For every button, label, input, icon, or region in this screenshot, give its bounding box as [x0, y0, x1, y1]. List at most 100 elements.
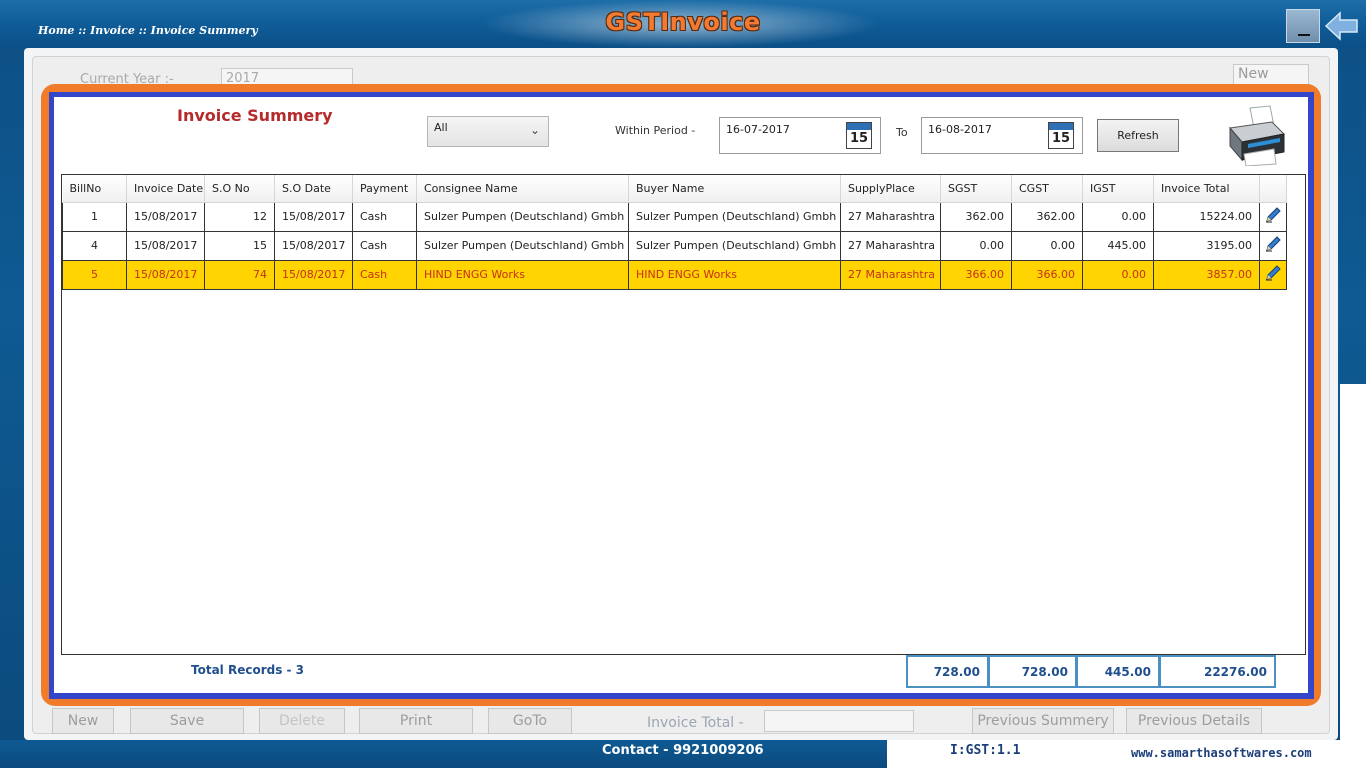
- total-sgst: 728.00: [906, 655, 989, 688]
- edit-cell[interactable]: [1259, 230, 1287, 261]
- previous-details-button[interactable]: Previous Details: [1126, 708, 1262, 734]
- minimize-button[interactable]: [1286, 9, 1320, 43]
- from-date-value: 16-07-2017: [726, 123, 790, 136]
- cell-igst: 445.00: [1082, 230, 1154, 261]
- pencil-edit-icon[interactable]: [1264, 235, 1282, 253]
- within-period-label: Within Period -: [615, 124, 696, 137]
- cell-so-no: 74: [204, 259, 275, 290]
- cell-consignee: HIND ENGG Works: [416, 259, 629, 290]
- grid-header-row: BillNo Invoice Date S.O No S.O Date Paym…: [62, 175, 1287, 203]
- cell-so-date: 15/08/2017: [274, 259, 353, 290]
- total-igst: 445.00: [1076, 655, 1160, 688]
- calendar-day: 15: [849, 131, 869, 146]
- cell-payment: Cash: [352, 230, 417, 261]
- column-header-cgst[interactable]: CGST: [1011, 175, 1083, 203]
- cell-igst: 0.00: [1082, 259, 1154, 290]
- cell-billno: 5: [62, 259, 127, 290]
- delete-button[interactable]: Delete: [259, 708, 345, 734]
- calendar-day: 15: [1051, 131, 1071, 146]
- column-header-payment[interactable]: Payment: [352, 175, 417, 203]
- cell-igst: 0.00: [1082, 201, 1154, 232]
- cell-supply-place: 27 Maharashtra: [840, 201, 941, 232]
- footer-version: I:GST:1.1: [950, 743, 1021, 758]
- calendar-header: [1049, 123, 1073, 130]
- minimize-icon: [1298, 34, 1310, 36]
- cell-cgst: 366.00: [1011, 259, 1083, 290]
- pencil-edit-icon[interactable]: [1264, 206, 1282, 224]
- cell-so-date: 15/08/2017: [274, 230, 353, 261]
- column-header-so-no[interactable]: S.O No: [204, 175, 275, 203]
- pencil-edit-icon[interactable]: [1264, 264, 1282, 282]
- back-arrow-icon[interactable]: [1324, 10, 1358, 42]
- cell-cgst: 362.00: [1011, 201, 1083, 232]
- new-button[interactable]: New: [52, 708, 114, 734]
- save-button[interactable]: Save: [130, 708, 244, 734]
- to-date-value: 16-08-2017: [928, 123, 992, 136]
- table-row[interactable]: 1 15/08/2017 12 15/08/2017 Cash Sulzer P…: [62, 201, 1287, 232]
- column-header-buyer-name[interactable]: Buyer Name: [628, 175, 841, 203]
- cell-invoice-date: 15/08/2017: [126, 230, 205, 261]
- cell-buyer: Sulzer Pumpen (Deutschland) Gmbh: [628, 201, 841, 232]
- cell-supply-place: 27 Maharashtra: [840, 259, 941, 290]
- invoice-grid[interactable]: BillNo Invoice Date S.O No S.O Date Paym…: [61, 174, 1306, 655]
- previous-summery-button[interactable]: Previous Summery: [972, 708, 1114, 734]
- table-row[interactable]: 4 15/08/2017 15 15/08/2017 Cash Sulzer P…: [62, 230, 1287, 261]
- calendar-icon[interactable]: 15: [846, 122, 872, 149]
- cell-payment: Cash: [352, 201, 417, 232]
- cell-so-no: 12: [204, 201, 275, 232]
- invoice-total-field[interactable]: [764, 710, 914, 732]
- cell-supply-place: 27 Maharashtra: [840, 230, 941, 261]
- total-records-label: Total Records - 3: [191, 663, 305, 677]
- to-label: To: [896, 126, 908, 139]
- column-header-edit: [1259, 175, 1287, 203]
- total-cgst: 728.00: [988, 655, 1077, 688]
- chevron-down-icon: ⌄: [529, 123, 540, 137]
- column-header-consignee-name[interactable]: Consignee Name: [416, 175, 629, 203]
- cell-invoice-date: 15/08/2017: [126, 259, 205, 290]
- cell-so-date: 15/08/2017: [274, 201, 353, 232]
- edit-cell[interactable]: [1259, 201, 1287, 232]
- column-header-sgst[interactable]: SGST: [940, 175, 1012, 203]
- filter-selected-value: All: [434, 121, 448, 134]
- payment-filter-dropdown[interactable]: All ⌄: [427, 116, 549, 147]
- cell-consignee: Sulzer Pumpen (Deutschland) Gmbh: [416, 201, 629, 232]
- refresh-button[interactable]: Refresh: [1097, 119, 1179, 152]
- cell-billno: 4: [62, 230, 127, 261]
- printer-icon[interactable]: [1224, 104, 1288, 166]
- calendar-icon[interactable]: 15: [1048, 122, 1074, 149]
- cell-sgst: 0.00: [940, 230, 1012, 261]
- cell-total: 3857.00: [1153, 259, 1260, 290]
- cell-sgst: 366.00: [940, 259, 1012, 290]
- cell-consignee: Sulzer Pumpen (Deutschland) Gmbh: [416, 230, 629, 261]
- column-header-supply-place[interactable]: SupplyPlace: [840, 175, 941, 203]
- new-status-field[interactable]: New: [1233, 64, 1309, 86]
- column-header-invoice-total[interactable]: Invoice Total: [1153, 175, 1260, 203]
- column-header-so-date[interactable]: S.O Date: [274, 175, 353, 203]
- column-header-igst[interactable]: IGST: [1082, 175, 1154, 203]
- cell-buyer: HIND ENGG Works: [628, 259, 841, 290]
- cell-cgst: 0.00: [1011, 230, 1083, 261]
- total-invoice-amount: 22276.00: [1159, 655, 1276, 688]
- app-title: GSTInvoice: [605, 8, 761, 36]
- invoice-total-label: Invoice Total -: [647, 715, 744, 731]
- goto-button[interactable]: GoTo: [488, 708, 572, 734]
- footer-contact: Contact - 9921009206: [602, 743, 764, 758]
- cell-total: 3195.00: [1153, 230, 1260, 261]
- cell-billno: 1: [62, 201, 127, 232]
- edit-cell[interactable]: [1259, 259, 1287, 290]
- cell-buyer: Sulzer Pumpen (Deutschland) Gmbh: [628, 230, 841, 261]
- table-row-selected[interactable]: 5 15/08/2017 74 15/08/2017 Cash HIND ENG…: [62, 259, 1287, 290]
- to-date-picker[interactable]: 16-08-2017 15: [921, 117, 1083, 154]
- print-button[interactable]: Print: [359, 708, 473, 734]
- cell-payment: Cash: [352, 259, 417, 290]
- column-header-invoice-date[interactable]: Invoice Date: [126, 175, 205, 203]
- cell-so-no: 15: [204, 230, 275, 261]
- cell-invoice-date: 15/08/2017: [126, 201, 205, 232]
- footer-website-link[interactable]: www.samarthasoftwares.com: [1131, 746, 1312, 760]
- cell-total: 15224.00: [1153, 201, 1260, 232]
- column-header-billno[interactable]: BillNo: [62, 175, 127, 203]
- from-date-picker[interactable]: 16-07-2017 15: [719, 117, 881, 154]
- dialog-title: Invoice Summery: [177, 106, 333, 125]
- cell-sgst: 362.00: [940, 201, 1012, 232]
- side-panel-edge: [1340, 384, 1366, 740]
